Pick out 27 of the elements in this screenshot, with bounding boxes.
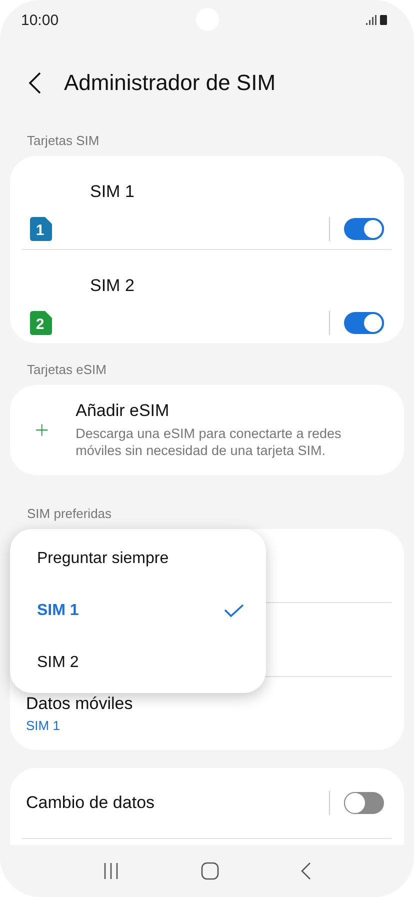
item-title: Añadir eSIM — [76, 401, 170, 421]
item-description: Descarga una eSIM para conectarte a redes móviles sin necesidad de una tarjeta SIM. — [76, 425, 342, 459]
checkmark-icon — [224, 604, 244, 618]
menu-option[interactable]: Preguntar siempre — [10, 533, 266, 585]
toggle-switch[interactable] — [344, 218, 384, 240]
page-title: Administrador de SIM — [64, 70, 276, 96]
menu-option[interactable]: SIM 1 — [10, 585, 266, 637]
item-title: Cambio de datos — [26, 793, 156, 813]
back-icon[interactable] — [300, 862, 312, 880]
toggle-switch[interactable] — [344, 792, 384, 814]
add-esim-item[interactable]: Añadir eSIM Descarga una eSIM para conectarte a redes móviles sin necesidad de una tarjeta SIM. — [10, 385, 404, 475]
sim-card-icon: 2 — [30, 311, 52, 336]
home-icon[interactable] — [200, 862, 219, 880]
toggle-switch[interactable] — [344, 312, 384, 334]
item-value: SIM 1 — [26, 718, 61, 733]
item-title: Datos móviles — [26, 694, 134, 714]
back-icon[interactable] — [28, 72, 42, 94]
section-label: SIM preferidas — [26, 505, 113, 523]
sim-name: SIM 2 — [90, 274, 136, 296]
status-time: 10:00 — [21, 12, 59, 28]
sim-name: SIM 1 — [90, 180, 136, 202]
section-label: Tarjetas SIM — [26, 132, 100, 150]
menu-option[interactable]: SIM 2 — [10, 637, 266, 689]
recent-apps-icon[interactable] — [102, 863, 120, 879]
sim-card-icon: 1 — [30, 217, 52, 242]
signal-battery-icon — [366, 14, 388, 26]
section-label: Tarjetas eSIM — [26, 361, 108, 379]
